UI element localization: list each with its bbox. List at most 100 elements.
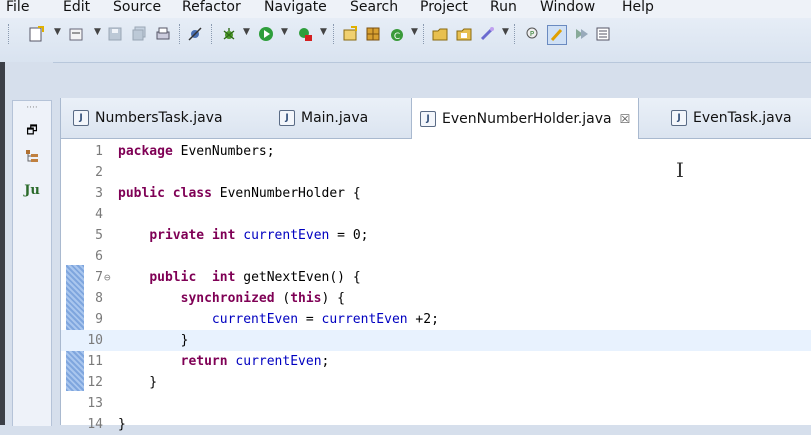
code-line[interactable]: 9 currentEven = currentEven +2; (61, 309, 811, 330)
code-token: = (298, 312, 322, 327)
mark-occurrences-icon[interactable] (547, 25, 567, 45)
chevron-down-icon[interactable]: ▼ (94, 27, 101, 37)
code-text: synchronized (this) { (118, 288, 345, 309)
run-icon[interactable] (257, 25, 275, 43)
line-number: 4 (95, 207, 103, 222)
line-number: 8 (95, 291, 103, 306)
code-text: package EvenNumbers; (118, 141, 275, 162)
code-token: ; (321, 354, 330, 369)
code-line[interactable]: 3 public class EvenNumberHolder { (61, 183, 811, 204)
menu-refactor[interactable]: Refactor (182, 0, 241, 18)
code-line[interactable]: 8 synchronized (this) { (61, 288, 811, 309)
chevron-down-icon[interactable]: ▼ (243, 27, 250, 37)
svg-text:P: P (530, 30, 534, 38)
tab-evennumberholder[interactable]: J EvenNumberHolder.java ☒ (411, 98, 640, 139)
save-icon[interactable] (106, 25, 124, 43)
search-icon[interactable] (478, 25, 496, 43)
run-external-icon[interactable] (296, 25, 314, 43)
line-number: 2 (95, 165, 103, 180)
next-annotation-icon[interactable] (572, 25, 590, 43)
drag-handle-icon[interactable]: ···· (13, 103, 51, 113)
keyword-token: public (118, 186, 165, 201)
package-explorer-icon[interactable] (13, 149, 51, 166)
fold-toggle-icon[interactable]: ⊖ (104, 267, 111, 288)
line-number: 9 (95, 312, 103, 327)
tab-numberstask[interactable]: J NumbersTask.java (67, 98, 229, 138)
skip-breakpoints-icon[interactable] (186, 25, 204, 43)
toolbar-separator (423, 24, 425, 44)
line-number: 3 (95, 186, 103, 201)
prev-annotation-icon[interactable] (594, 25, 612, 43)
code-line[interactable]: 2 (61, 162, 811, 183)
chevron-down-icon[interactable]: ▼ (411, 27, 418, 37)
java-file-icon: J (73, 110, 89, 126)
code-line[interactable]: 5 private int currentEven = 0; (61, 225, 811, 246)
svg-text:C: C (394, 32, 400, 42)
new-icon[interactable] (27, 25, 45, 43)
tab-eventask[interactable]: J EvenTask.java (665, 98, 798, 138)
save-all-icon[interactable] (130, 25, 148, 43)
menu-source[interactable]: Source (113, 0, 161, 18)
keyword-token: int (211, 228, 236, 243)
tab-main[interactable]: J Main.java (273, 98, 374, 138)
code-line[interactable]: 6 (61, 246, 811, 267)
keyword-token: private (149, 228, 205, 243)
menu-file[interactable]: File (6, 0, 29, 18)
menu-run[interactable]: Run (490, 0, 517, 18)
code-line[interactable]: 12 } (61, 372, 811, 393)
toolbar-separator (179, 24, 181, 44)
menu-help[interactable]: Help (622, 0, 654, 18)
text-cursor-icon: I (676, 158, 684, 182)
field-token: currentEven (235, 354, 322, 369)
code-token: EvenNumbers; (172, 144, 275, 159)
code-token: EvenNumberHolder { (211, 186, 361, 201)
java-file-icon: J (279, 110, 295, 126)
code-line[interactable]: 7 ⊖ public int getNextEven() { (61, 267, 811, 288)
code-editor[interactable]: 1 package EvenNumbers; 2 3 public class Even… (61, 139, 811, 432)
keyword-token: this (290, 291, 322, 306)
chevron-down-icon[interactable]: ▼ (320, 27, 327, 37)
field-token: currentEven (243, 228, 330, 243)
code-line[interactable]: 11 return currentEven; (61, 351, 811, 372)
restore-icon[interactable]: 🗗 (13, 121, 51, 142)
code-line[interactable]: 4 (61, 204, 811, 225)
tab-label: EvenTask.java (693, 110, 792, 126)
menu-edit[interactable]: Edit (63, 0, 90, 18)
new-java-project-icon[interactable] (341, 25, 359, 43)
chevron-down-icon[interactable]: ▼ (54, 27, 61, 37)
print-icon[interactable] (154, 25, 172, 43)
code-text: } (118, 330, 189, 351)
chevron-down-icon[interactable]: ▼ (281, 27, 288, 37)
code-text: } (118, 372, 157, 393)
menu-project[interactable]: Project (420, 0, 468, 18)
chevron-down-icon[interactable]: ▼ (502, 27, 509, 37)
close-icon[interactable]: ☒ (620, 112, 631, 126)
new-package-icon[interactable] (67, 25, 85, 43)
open-task-icon[interactable] (455, 25, 473, 43)
line-number: 13 (87, 396, 103, 411)
new-class-icon[interactable]: C (388, 25, 406, 43)
code-token: = 0; (329, 228, 369, 243)
new-package-icon[interactable] (364, 25, 382, 43)
outline-icon[interactable]: P (523, 25, 541, 43)
code-line[interactable]: 13 (61, 393, 811, 414)
menu-search[interactable]: Search (350, 0, 398, 18)
open-type-icon[interactable] (431, 25, 449, 43)
code-token: ) { (321, 291, 345, 306)
field-token: currentEven (211, 312, 299, 327)
menu-navigate[interactable]: Navigate (264, 0, 327, 18)
code-line[interactable]: 1 package EvenNumbers; (61, 141, 811, 162)
code-token: ( (274, 291, 291, 306)
code-text: return currentEven; (118, 351, 330, 372)
editor-area: J NumbersTask.java J Main.java J EvenNum… (60, 98, 811, 432)
code-line[interactable]: 10 } (61, 330, 811, 351)
keyword-token: int (211, 270, 236, 285)
menu-window[interactable]: Window (540, 0, 595, 18)
junit-icon[interactable]: Ju (13, 183, 51, 198)
debug-icon[interactable] (220, 25, 238, 43)
